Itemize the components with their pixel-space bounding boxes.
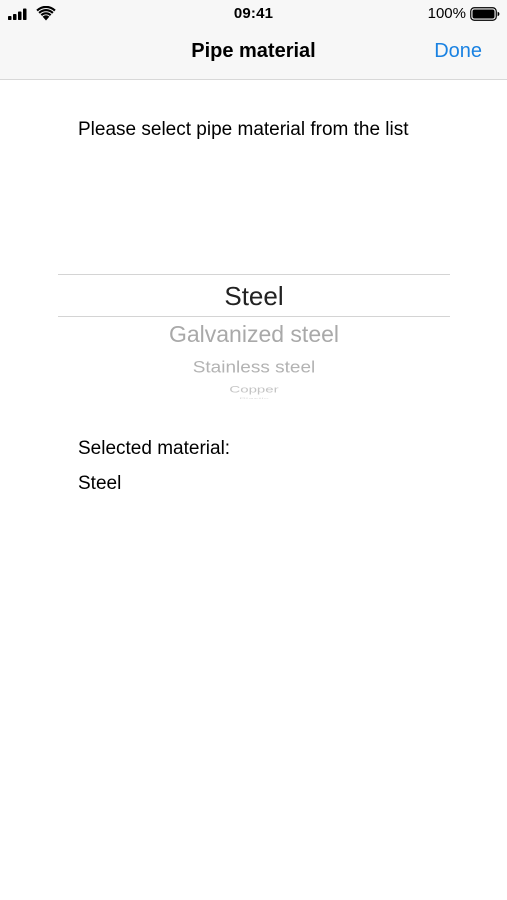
picker-selection-bottom-divider [58, 316, 450, 317]
picker-selection-top-divider [58, 274, 450, 275]
picker-option[interactable]: Stainless steel [58, 358, 450, 377]
navigation-bar: Pipe material Done [0, 28, 507, 80]
picker-option-selected[interactable]: Steel [58, 281, 450, 312]
status-bar: 09:41 100% [0, 0, 507, 28]
picker-option[interactable]: Galvanized steel [58, 321, 450, 348]
material-picker[interactable]: Steel Galvanized steel Stainless steel C… [58, 272, 450, 402]
selected-material-label: Selected material: [78, 438, 231, 459]
picker-option[interactable]: Plastic [58, 397, 450, 399]
instruction-text: Please select pipe material from the lis… [78, 119, 409, 140]
page-title: Pipe material [191, 40, 316, 62]
picker-option[interactable]: Copper [58, 384, 450, 395]
battery-percentage: 100% [427, 5, 466, 22]
done-button[interactable]: Done [434, 40, 482, 63]
selected-material-value: Steel [78, 473, 122, 494]
battery-icon [470, 7, 500, 21]
